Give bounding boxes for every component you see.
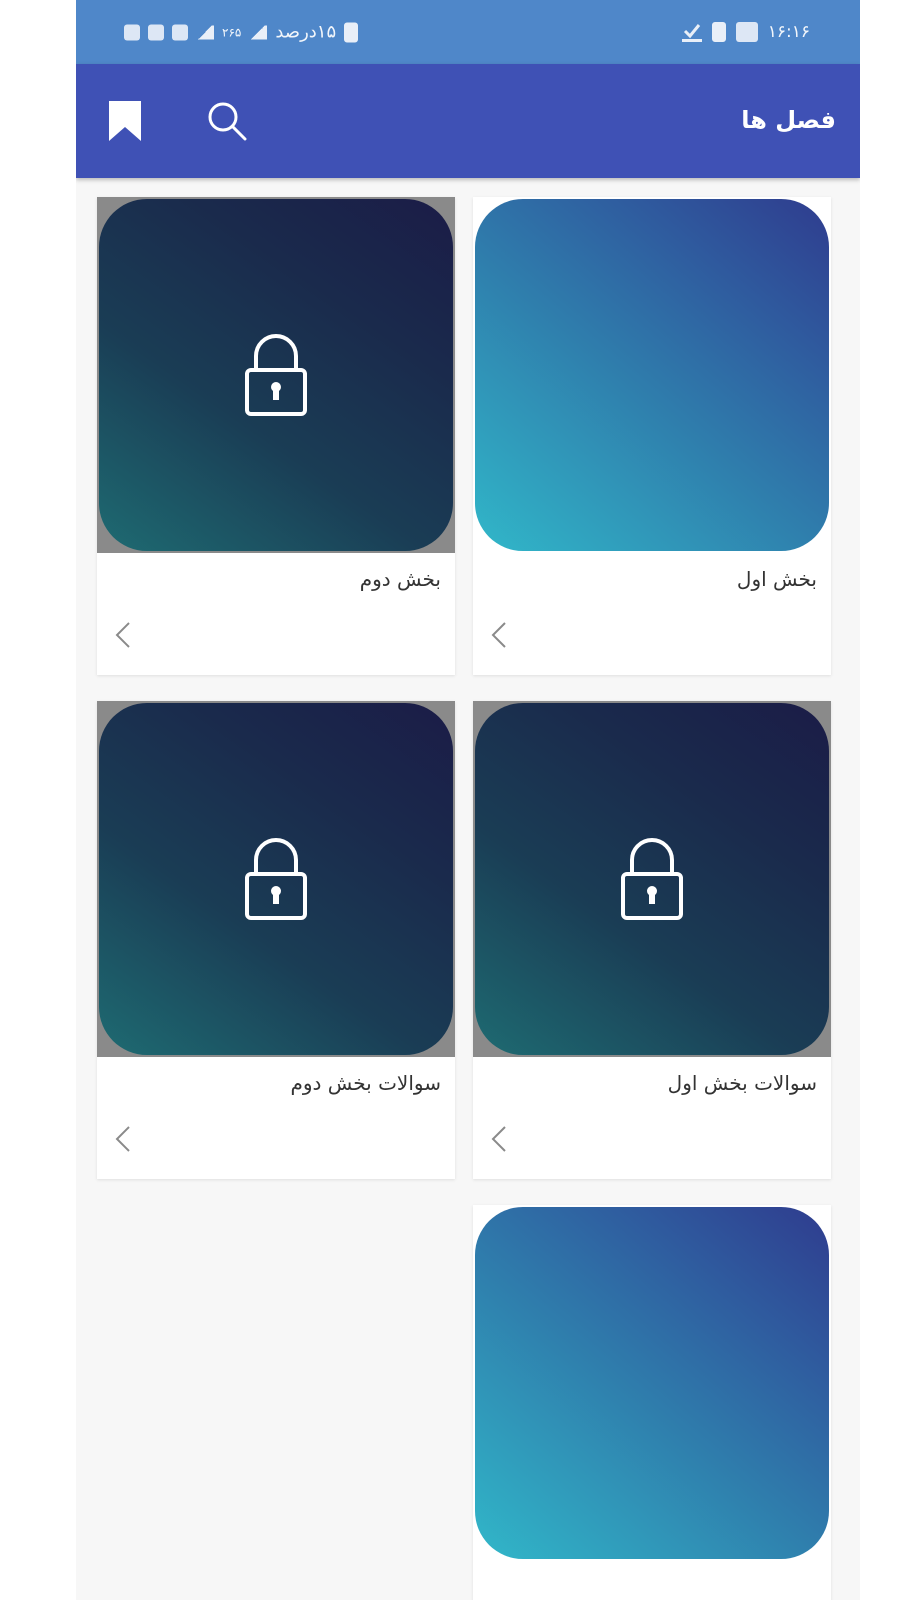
status-time: ۱۶:۱۶: [767, 22, 810, 42]
chapter-title: بخش اول: [736, 567, 817, 591]
lock-icon: [245, 838, 307, 920]
chapter-tile: [475, 1207, 829, 1559]
signal-icon: [249, 25, 268, 39]
network-speed: ۲۶۵: [222, 25, 242, 39]
search-button[interactable]: [202, 96, 252, 146]
bookmark-icon: [109, 101, 141, 141]
phone-screen: ۱۵درصد ۲۶۵ ۱۶:۱۶ فصل ها بخش اول بخش دوم …: [76, 0, 860, 1600]
battery-icon: [344, 22, 359, 42]
chapter-thumbnail: [473, 197, 831, 553]
chapter-thumbnail: [473, 701, 831, 1057]
chapter-card[interactable]: سوالات بخش اول: [473, 701, 831, 1179]
chevron-left-icon: [491, 622, 506, 648]
chapter-card[interactable]: سوالات بخش دوم: [97, 701, 455, 1179]
search-icon: [208, 102, 247, 141]
chapter-title: سوالات بخش اول: [667, 1071, 817, 1095]
alarm-icon: [124, 24, 140, 40]
mute-icon: [148, 24, 164, 40]
chapter-thumbnail: [97, 701, 455, 1057]
wifi-icon: [172, 24, 188, 40]
chapter-card[interactable]: بخش دوم: [97, 197, 455, 675]
status-bar-left: ۱۵درصد ۲۶۵: [124, 21, 359, 43]
battery-percent: ۱۵درصد: [275, 21, 337, 43]
chapter-title: بخش دوم: [359, 567, 441, 591]
status-bar: ۱۵درصد ۲۶۵ ۱۶:۱۶: [76, 0, 860, 64]
chevron-left-icon: [115, 622, 130, 648]
chapter-thumbnail: [473, 1205, 831, 1561]
lock-icon: [621, 838, 683, 920]
app-bar: فصل ها: [76, 64, 860, 178]
status-bar-right: ۱۶:۱۶: [681, 22, 810, 42]
chapter-tile: [475, 703, 829, 1055]
chapter-tile: [99, 199, 453, 551]
chapter-card[interactable]: بخش اول: [473, 197, 831, 675]
bookmark-button[interactable]: [102, 96, 148, 146]
download-done-icon: [681, 22, 702, 42]
page-title: فصل ها: [741, 106, 836, 134]
signal-icon-2: [196, 25, 214, 39]
chevron-left-icon: [115, 1126, 130, 1152]
gallery-icon: [735, 22, 758, 42]
chapter-thumbnail: [97, 197, 455, 553]
chapter-card[interactable]: [473, 1205, 831, 1600]
chapter-tile: [475, 199, 829, 551]
lock-icon: [245, 334, 307, 416]
chapter-tile: [99, 703, 453, 1055]
saver-icon: [711, 22, 726, 42]
chapter-title: سوالات بخش دوم: [290, 1071, 441, 1095]
chevron-left-icon: [491, 1126, 506, 1152]
